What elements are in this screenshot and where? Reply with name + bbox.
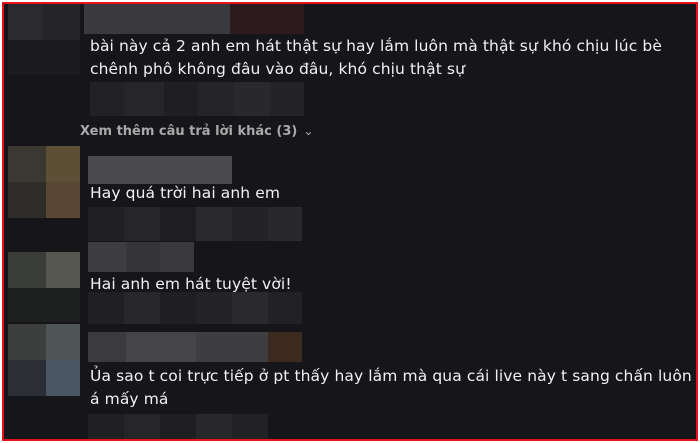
more-replies-link[interactable]: Xem thêm câu trả lời khác (3) ⌄ [80,124,313,139]
comment-thread-panel: bài này cả 2 anh em hát thật sự hay lắm … [2,2,698,441]
comment-text-line: Ủa sao t coi trực tiếp ở pt thấy hay lắm… [90,367,692,385]
comment-text-line: á mấy má [90,390,169,408]
more-replies-label: Xem thêm câu trả lời khác (3) [80,124,298,139]
chevron-down-icon: ⌄ [303,124,314,138]
comment-text-line: Hay quá trời hai anh em [90,184,281,202]
comment-text-line: bài này cả 2 anh em hát thật sự hay lắm … [90,37,662,55]
comment-text-line: chênh phô không đâu vào đâu, khó chịu th… [90,60,466,78]
